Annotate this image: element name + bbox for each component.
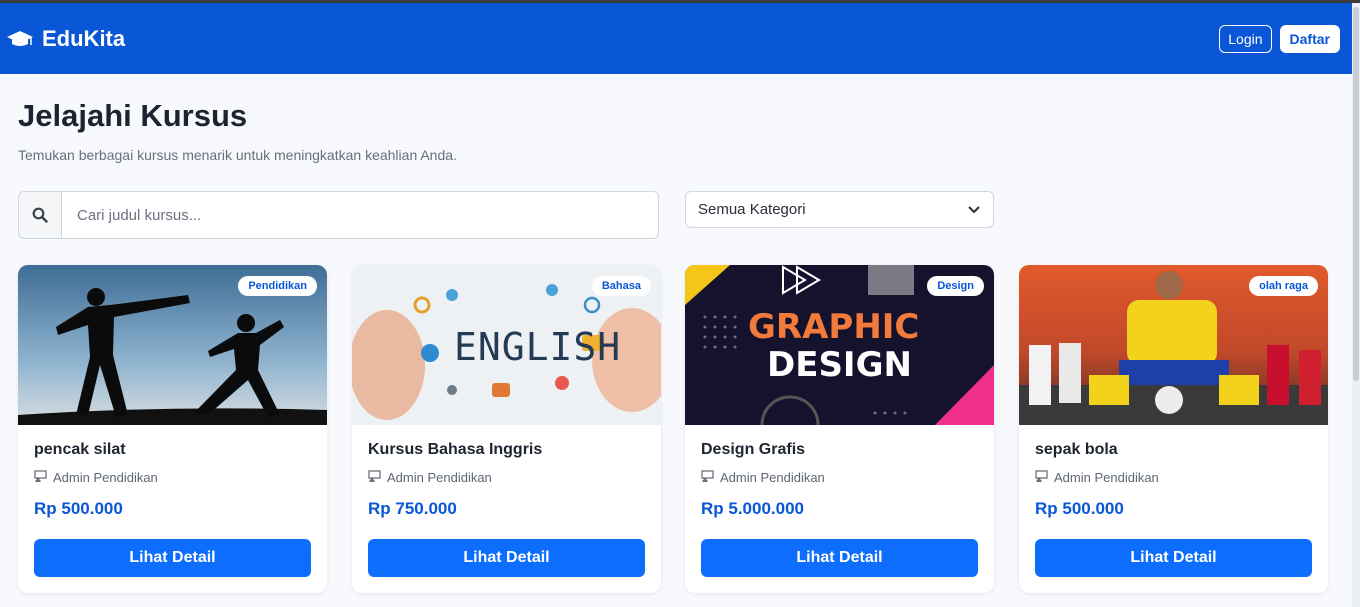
brand-name: EduKita bbox=[42, 25, 126, 51]
login-button[interactable]: Login bbox=[1219, 24, 1272, 53]
category-badge: Pendidikan bbox=[238, 276, 317, 296]
category-badge: olah raga bbox=[1249, 276, 1318, 296]
course-author: Admin Pendidikan bbox=[1035, 470, 1159, 485]
teacher-icon bbox=[701, 470, 714, 485]
course-image: GRAPHIC DESIGN Design bbox=[685, 265, 994, 425]
search-box bbox=[18, 191, 659, 239]
search-input[interactable] bbox=[62, 192, 658, 238]
teacher-icon bbox=[368, 470, 381, 485]
course-title: sepak bola bbox=[1035, 441, 1118, 458]
graduation-cap-icon bbox=[6, 29, 34, 49]
register-button[interactable]: Daftar bbox=[1279, 24, 1340, 53]
brand[interactable]: EduKita bbox=[6, 26, 125, 52]
design-text: DESIGN bbox=[767, 345, 912, 385]
course-title: Design Grafis bbox=[701, 441, 806, 458]
scrollbar-thumb[interactable] bbox=[1353, 7, 1359, 381]
course-image: ENGLISH Bahasa bbox=[352, 265, 661, 425]
course-price: Rp 750.000 bbox=[368, 499, 457, 518]
author-name: Admin Pendidikan bbox=[387, 470, 492, 485]
author-name: Admin Pendidikan bbox=[53, 470, 158, 485]
course-card: ENGLISH Bahasa Kursus Bahasa Inggris Adm… bbox=[352, 265, 661, 593]
chevron-down-icon bbox=[967, 205, 981, 215]
graphic-text: GRAPHIC bbox=[748, 307, 920, 347]
category-badge: Design bbox=[927, 276, 984, 296]
view-detail-button[interactable]: Lihat Detail bbox=[368, 539, 645, 577]
view-detail-button[interactable]: Lihat Detail bbox=[34, 539, 311, 577]
teacher-icon bbox=[1035, 470, 1048, 485]
search-icon bbox=[19, 192, 62, 238]
course-card: GRAPHIC DESIGN Design Design Grafis Admi… bbox=[685, 265, 994, 593]
view-detail-button[interactable]: Lihat Detail bbox=[701, 539, 978, 577]
course-title: pencak silat bbox=[34, 441, 126, 458]
author-name: Admin Pendidikan bbox=[1054, 470, 1159, 485]
view-detail-button[interactable]: Lihat Detail bbox=[1035, 539, 1312, 577]
page-subtitle: Temukan berbagai kursus menarik untuk me… bbox=[18, 147, 457, 163]
course-price: Rp 500.000 bbox=[34, 499, 123, 518]
course-author: Admin Pendidikan bbox=[34, 470, 158, 485]
category-select-value: Semua Kategori bbox=[698, 201, 806, 218]
course-author: Admin Pendidikan bbox=[701, 470, 825, 485]
teacher-icon bbox=[34, 470, 47, 485]
course-image: Pendidikan bbox=[18, 265, 327, 425]
navbar: EduKita Login Daftar bbox=[0, 3, 1352, 74]
page-scrollbar[interactable] bbox=[1352, 3, 1360, 607]
nav-actions: Login Daftar bbox=[1219, 24, 1340, 53]
page-title: Jelajahi Kursus bbox=[18, 98, 248, 133]
course-price: Rp 5.000.000 bbox=[701, 499, 805, 518]
category-badge: Bahasa bbox=[591, 276, 651, 296]
course-card: olah raga sepak bola Admin Pendidikan Rp… bbox=[1019, 265, 1328, 593]
category-select[interactable]: Semua Kategori bbox=[685, 191, 994, 228]
course-card: Pendidikan pencak silat Admin Pendidikan… bbox=[18, 265, 327, 593]
course-author: Admin Pendidikan bbox=[368, 470, 492, 485]
course-title: Kursus Bahasa Inggris bbox=[368, 441, 543, 458]
course-price: Rp 500.000 bbox=[1035, 499, 1124, 518]
course-image: olah raga bbox=[1019, 265, 1328, 425]
english-text: ENGLISH bbox=[454, 325, 622, 369]
author-name: Admin Pendidikan bbox=[720, 470, 825, 485]
